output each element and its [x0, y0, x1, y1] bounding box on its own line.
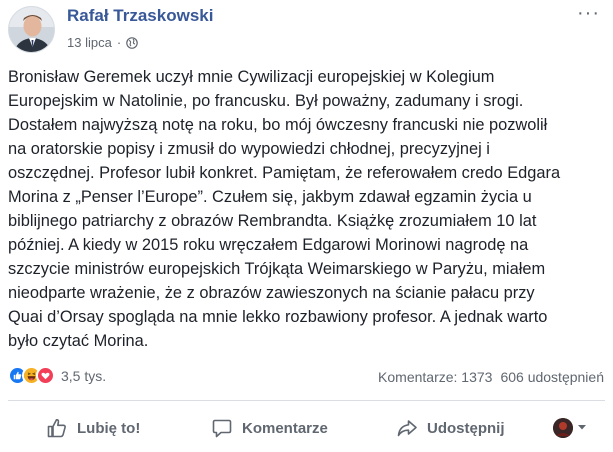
post-text-line: biblijnego patriarchy z obrazów Rembrand… — [8, 212, 537, 230]
profile-avatar — [553, 418, 573, 438]
shares-count-link[interactable]: 606 udostępnień — [500, 369, 604, 385]
love-icon — [36, 366, 55, 385]
meta-separator: · — [116, 35, 122, 50]
reactions-summary[interactable]: 3,5 tys. — [8, 366, 106, 385]
facebook-post: Rafał Trzaskowski 13 lipca · ··· Bronisł… — [0, 0, 613, 452]
comment-label: Komentarze — [242, 419, 328, 437]
post-text-line: było czytać Morina. — [8, 332, 149, 350]
post-meta: 13 lipca · — [67, 35, 138, 50]
comments-count-link[interactable]: Komentarze: 1373 — [378, 369, 492, 385]
post-text-line: nieodparte wrażenie, że z obrazów zawies… — [8, 284, 535, 302]
reactions-count: 3,5 tys. — [61, 367, 107, 384]
profile-switcher[interactable] — [553, 418, 587, 438]
post-stats: Komentarze: 1373 606 udostępnień — [378, 369, 604, 385]
post-text-line: szczycie ministrów europejskich Trójkąta… — [8, 260, 546, 278]
globe-icon — [126, 36, 138, 49]
author-name[interactable]: Rafał Trzaskowski — [67, 6, 213, 26]
share-button[interactable]: Udostępnij — [396, 410, 505, 446]
post-text-line: później. A kiedy w 2015 roku wręczałem E… — [8, 236, 529, 254]
divider — [8, 400, 605, 401]
like-button[interactable]: Lubię to! — [46, 410, 140, 446]
post-text-line: Morina z „Penser l’Europe”. Czułem się, … — [8, 188, 532, 206]
share-label: Udostępnij — [427, 419, 505, 437]
caret-down-icon — [577, 419, 587, 437]
post-date[interactable]: 13 lipca — [67, 35, 112, 50]
like-label: Lubię to! — [77, 419, 141, 437]
post-text-line: Bronisław Geremek uczył mnie Cywilizacji… — [8, 68, 495, 86]
comment-icon — [211, 417, 233, 439]
share-icon — [396, 417, 418, 439]
post-text-line: oszczędnej. Profesor lubił konkret. Pami… — [8, 164, 561, 182]
post-text-line: Europejskim w Natolinie, po francusku. B… — [8, 92, 524, 110]
comment-button[interactable]: Komentarze — [211, 410, 328, 446]
more-options-icon[interactable]: ··· — [577, 2, 600, 25]
thumbs-up-icon — [46, 417, 68, 439]
author-avatar[interactable] — [8, 6, 55, 53]
post-text-line: na oratorskie popisy i zmusił do wypowie… — [8, 140, 490, 158]
post-text-line: Quai d’Orsay spogląda na mnie lekko rozb… — [8, 308, 548, 326]
post-text: Bronisław Geremek uczył mnie Cywilizacji… — [8, 65, 608, 353]
post-text-line: Dostałem najwyższą notę na roku, bo mój … — [8, 116, 548, 134]
post-actions: Lubię to! Komentarze Udostępnij — [0, 410, 613, 446]
